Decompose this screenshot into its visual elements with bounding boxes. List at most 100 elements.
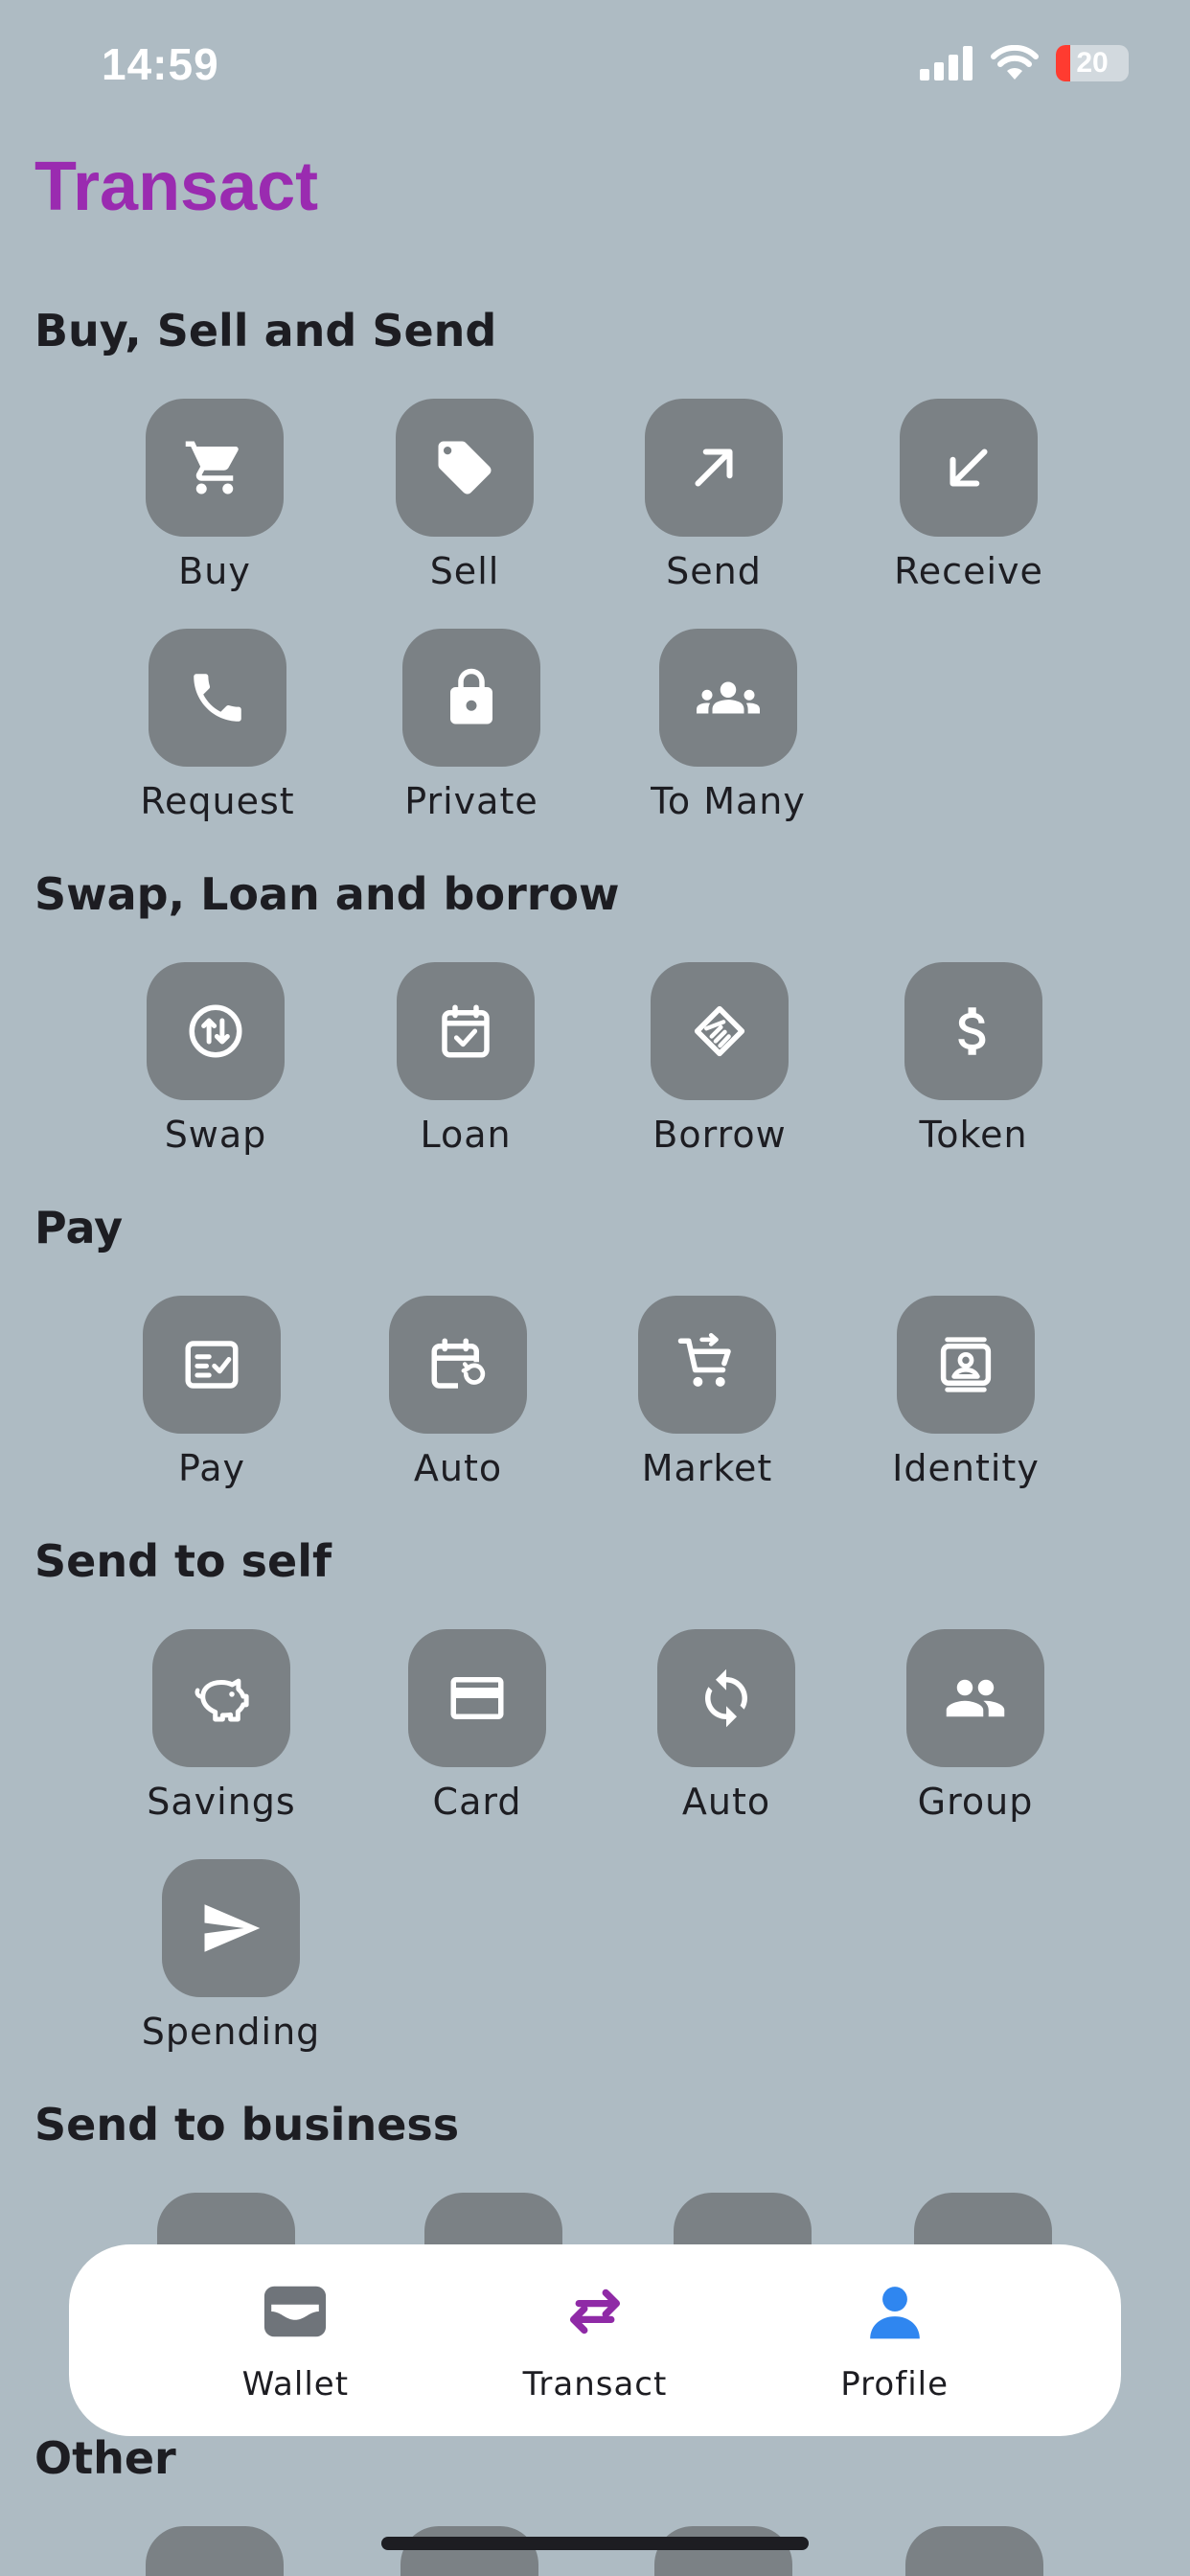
auto-pay-tile[interactable] <box>389 1296 527 1434</box>
section-title-swap-loan-borrow: Swap, Loan and borrow <box>34 868 620 920</box>
send-plane-icon <box>204 1904 261 1952</box>
receive-tile[interactable] <box>900 399 1038 537</box>
bottom-navigation: Wallet Transact Profile <box>69 2244 1121 2436</box>
pay-tile[interactable] <box>143 1296 281 1434</box>
other-action-3-tile[interactable] <box>654 2526 792 2576</box>
calendar-repeat-icon <box>431 1338 486 1389</box>
page-title: Transact <box>34 149 319 225</box>
send-button[interactable]: Send <box>608 399 819 592</box>
other-action-3-button[interactable] <box>618 2526 829 2576</box>
shopping-cart-icon <box>185 441 239 494</box>
receive-label: Receive <box>894 550 1043 592</box>
group-button[interactable]: Group <box>870 1629 1081 1823</box>
cellular-signal-icon <box>920 46 973 80</box>
private-button[interactable]: Private <box>366 629 577 822</box>
card-label: Card <box>432 1781 522 1823</box>
auto-pay-button[interactable]: Auto <box>353 1296 563 1489</box>
other-action-2-button[interactable] <box>364 2526 575 2576</box>
people-group-icon <box>697 681 760 714</box>
nav-profile[interactable]: Profile <box>780 2277 1010 2404</box>
savings-tile[interactable] <box>152 1629 290 1767</box>
section-title-pay: Pay <box>34 1202 124 1254</box>
send-label: Send <box>666 550 762 592</box>
auto-transfer-label: Auto <box>681 1781 771 1823</box>
transfer-arrows-icon <box>561 2277 629 2346</box>
people-icon <box>946 1679 1005 1717</box>
auto-transfer-tile[interactable] <box>657 1629 795 1767</box>
market-label: Market <box>641 1447 773 1489</box>
borrow-button[interactable]: Borrow <box>614 962 825 1156</box>
phone-icon <box>194 674 241 722</box>
piggy-bank-icon <box>195 1678 249 1722</box>
identity-button[interactable]: Identity <box>860 1296 1071 1489</box>
to-many-tile[interactable] <box>659 629 797 767</box>
other-action-4-button[interactable] <box>869 2526 1080 2576</box>
savings-label: Savings <box>147 1781 296 1823</box>
private-tile[interactable] <box>402 629 540 767</box>
borrow-tile[interactable] <box>651 962 789 1100</box>
checklist-icon <box>185 1341 239 1389</box>
battery-percentage: 20 <box>1076 47 1109 79</box>
sell-button[interactable]: Sell <box>359 399 570 592</box>
receive-button[interactable]: Receive <box>863 399 1074 592</box>
card-button[interactable]: Card <box>372 1629 583 1823</box>
refresh-icon <box>705 1668 747 1728</box>
other-action-2-tile[interactable] <box>400 2526 538 2576</box>
token-tile[interactable] <box>904 962 1042 1100</box>
contact-card-icon <box>940 1337 992 1392</box>
nav-profile-label: Profile <box>840 2365 949 2404</box>
other-action-1-button[interactable] <box>109 2526 320 2576</box>
nav-wallet[interactable]: Wallet <box>180 2277 410 2404</box>
token-button[interactable]: Token <box>868 962 1079 1156</box>
request-button[interactable]: Request <box>112 629 323 822</box>
token-label: Token <box>919 1114 1028 1156</box>
cart-arrow-icon <box>677 1333 731 1387</box>
wifi-icon <box>991 45 1039 80</box>
loan-tile[interactable] <box>397 962 535 1100</box>
handshake-icon <box>694 1005 745 1057</box>
savings-button[interactable]: Savings <box>116 1629 327 1823</box>
section-title-other: Other <box>34 2432 176 2484</box>
spending-label: Spending <box>141 2011 321 2053</box>
identity-tile[interactable] <box>897 1296 1035 1434</box>
arrow-down-left-icon <box>950 448 988 487</box>
buy-label: Buy <box>178 550 251 592</box>
spending-button[interactable]: Spending <box>126 1859 336 2053</box>
wallet-icon <box>261 2277 330 2346</box>
request-tile[interactable] <box>149 629 286 767</box>
nav-transact-label: Transact <box>522 2365 668 2404</box>
swap-tile[interactable] <box>147 962 285 1100</box>
nav-transact[interactable]: Transact <box>480 2277 710 2404</box>
section-title-send-to-business: Send to business <box>34 2099 460 2150</box>
arrow-up-right-icon <box>695 448 733 487</box>
card-tile[interactable] <box>408 1629 546 1767</box>
section-title-buy-sell-send: Buy, Sell and Send <box>34 305 497 356</box>
buy-tile[interactable] <box>146 399 284 537</box>
status-bar: 14:59 20 <box>0 0 1190 134</box>
other-action-1-tile[interactable] <box>146 2526 284 2576</box>
buy-button[interactable]: Buy <box>109 399 320 592</box>
market-tile[interactable] <box>638 1296 776 1434</box>
sell-label: Sell <box>429 550 500 592</box>
market-button[interactable]: Market <box>602 1296 812 1489</box>
status-time: 14:59 <box>102 39 219 89</box>
auto-transfer-button[interactable]: Auto <box>621 1629 832 1823</box>
auto-pay-label: Auto <box>413 1447 503 1489</box>
swap-label: Swap <box>164 1114 267 1156</box>
sell-tile[interactable] <box>396 399 534 537</box>
other-action-4-tile[interactable] <box>905 2526 1043 2576</box>
swap-button[interactable]: Swap <box>110 962 321 1156</box>
pay-button[interactable]: Pay <box>106 1296 317 1489</box>
spending-tile[interactable] <box>162 1859 300 1997</box>
send-tile[interactable] <box>645 399 783 537</box>
calendar-check-icon <box>442 1004 490 1058</box>
tag-icon <box>438 441 492 494</box>
battery-icon: 20 <box>1056 45 1129 81</box>
group-tile[interactable] <box>906 1629 1044 1767</box>
to-many-button[interactable]: To Many <box>623 629 834 822</box>
credit-card-icon <box>450 1677 504 1719</box>
request-label: Request <box>140 780 295 822</box>
borrow-label: Borrow <box>652 1114 787 1156</box>
loan-button[interactable]: Loan <box>360 962 571 1156</box>
dollar-icon <box>958 1007 986 1055</box>
